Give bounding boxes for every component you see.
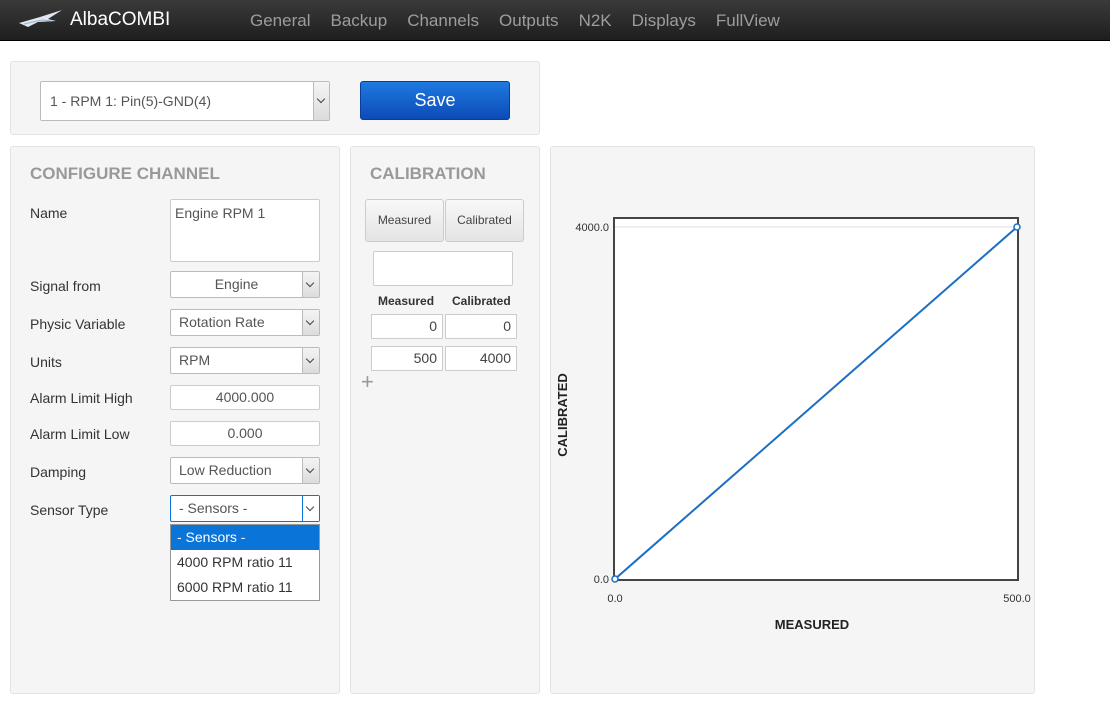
nav-n2k[interactable]: N2K: [569, 0, 622, 41]
configure-channel-title: CONFIGURE CHANNEL: [30, 164, 220, 183]
sensor-option[interactable]: 4000 RPM ratio 11: [171, 550, 319, 575]
channel-toolbar-panel: 1 - RPM 1: Pin(5)-GND(4) Save: [10, 61, 540, 135]
chevron-down-icon[interactable]: [313, 82, 329, 120]
y-tick-label: 4000.0: [575, 222, 609, 234]
alarm-low-label: Alarm Limit Low: [30, 426, 130, 442]
measured-button[interactable]: Measured: [365, 199, 444, 242]
units-select[interactable]: RPM: [170, 347, 320, 374]
units-value: RPM: [179, 352, 211, 368]
measured-cell[interactable]: 500: [371, 346, 443, 371]
y-tick-label: 0.0: [594, 574, 609, 586]
nav-fullview[interactable]: FullView: [706, 0, 790, 41]
alarm-high-input[interactable]: 4000.000: [170, 385, 320, 410]
signal-from-select[interactable]: Engine: [170, 271, 320, 298]
x-axis-label: MEASURED: [775, 617, 849, 632]
nav-outputs[interactable]: Outputs: [489, 0, 569, 41]
damping-label: Damping: [30, 464, 87, 480]
configure-channel-panel: CONFIGURE CHANNEL Name Engine RPM 1 Sign…: [10, 146, 340, 694]
chevron-down-icon[interactable]: [302, 496, 319, 521]
data-point: [1013, 223, 1021, 231]
nav-channels[interactable]: Channels: [397, 0, 489, 41]
channel-select[interactable]: 1 - RPM 1: Pin(5)-GND(4): [40, 81, 330, 121]
sensor-type-label: Sensor Type: [30, 502, 109, 518]
app-name: AlbaCOMBI: [70, 9, 171, 30]
nav-general[interactable]: General: [240, 0, 320, 41]
measured-cell[interactable]: 0: [371, 314, 443, 339]
chevron-down-icon[interactable]: [302, 348, 319, 373]
alarm-low-input[interactable]: 0.000: [170, 421, 320, 446]
brand[interactable]: AlbaCOMBI: [0, 0, 240, 41]
data-point: [611, 575, 619, 583]
signal-from-value: Engine: [214, 276, 259, 292]
sensor-option[interactable]: 6000 RPM ratio 11: [171, 575, 319, 600]
nav-displays[interactable]: Displays: [622, 0, 706, 41]
x-tick-label: 500.0: [1003, 593, 1031, 605]
calibration-chart-panel: 4000.0 0.0 0.0 500.0 MEASURED CALIBRATED: [550, 146, 1035, 694]
chevron-down-icon[interactable]: [302, 458, 319, 483]
chevron-down-icon[interactable]: [302, 310, 319, 335]
navbar: AlbaCOMBI General Backup Channels Output…: [0, 0, 1110, 41]
calibration-panel: CALIBRATION Measured Calibrated Measured…: [350, 146, 540, 694]
sensor-type-value: - Sensors -: [179, 500, 248, 516]
physic-variable-label: Physic Variable: [30, 316, 126, 332]
nav-menu: General Backup Channels Outputs N2K Disp…: [240, 0, 790, 41]
calibration-chart: 4000.0 0.0 0.0 500.0 MEASURED CALIBRATED: [555, 217, 1031, 632]
calibrated-cell[interactable]: 0: [445, 314, 517, 339]
calibration-title: CALIBRATION: [370, 164, 486, 183]
units-label: Units: [30, 354, 62, 370]
physic-variable-select[interactable]: Rotation Rate: [170, 309, 320, 336]
physic-variable-value: Rotation Rate: [179, 314, 265, 330]
signal-from-label: Signal from: [30, 278, 101, 294]
calibration-input[interactable]: [373, 251, 513, 286]
alarm-high-label: Alarm Limit High: [30, 390, 133, 406]
sensor-type-dropdown: - Sensors - 4000 RPM ratio 11 6000 RPM r…: [170, 524, 320, 601]
calibrated-column-header: Calibrated: [452, 294, 511, 308]
nav-backup[interactable]: Backup: [320, 0, 397, 41]
measured-column-header: Measured: [378, 294, 435, 308]
albatross-logo-icon: [19, 10, 62, 27]
y-axis-label: CALIBRATED: [555, 373, 570, 457]
name-field[interactable]: Engine RPM 1: [170, 199, 320, 262]
calibrated-cell[interactable]: 4000: [445, 346, 517, 371]
name-label: Name: [30, 205, 68, 221]
sensor-option[interactable]: - Sensors -: [171, 525, 319, 550]
add-row-icon[interactable]: +: [361, 369, 374, 395]
damping-value: Low Reduction: [179, 462, 272, 478]
sensor-type-select[interactable]: - Sensors -: [170, 495, 320, 522]
channel-select-value: 1 - RPM 1: Pin(5)-GND(4): [50, 93, 212, 109]
save-button[interactable]: Save: [360, 81, 510, 120]
x-tick-label: 0.0: [607, 593, 622, 605]
calibrated-button[interactable]: Calibrated: [445, 199, 524, 242]
chevron-down-icon[interactable]: [302, 272, 319, 297]
damping-select[interactable]: Low Reduction: [170, 457, 320, 484]
